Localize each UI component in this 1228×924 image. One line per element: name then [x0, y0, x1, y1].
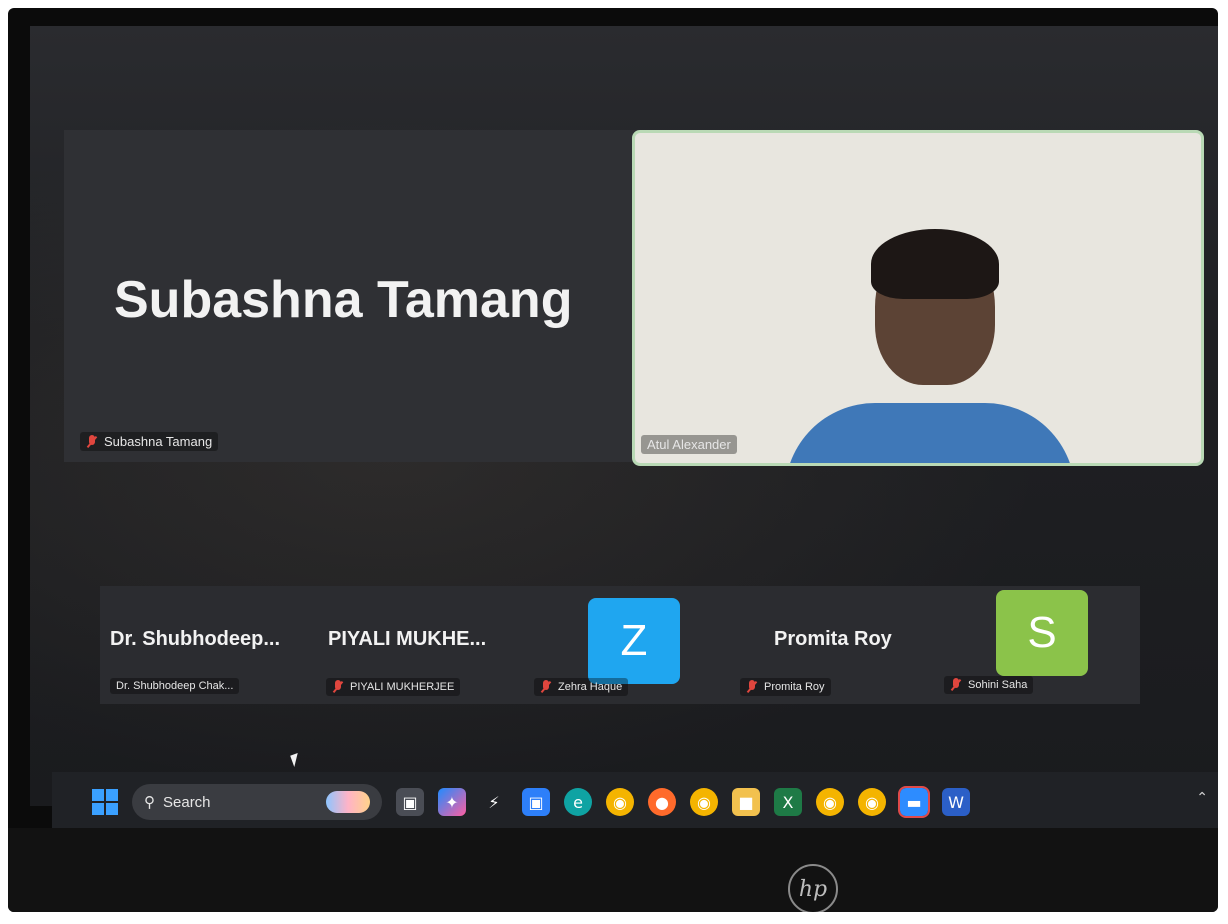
gallery-tile-2-tag: PIYALI MUKHERJEE: [326, 678, 461, 696]
gallery-tile-5-tag: Sohini Saha: [944, 676, 1034, 694]
hp-logo: hp: [788, 864, 838, 912]
copilot-icon[interactable]: ✦: [438, 788, 466, 816]
speaker-name-tag: Subashna Tamang: [80, 432, 219, 451]
search-label: Search: [163, 793, 211, 811]
speaker-name-large: Subashna Tamang: [114, 271, 573, 329]
mic-muted-icon: [86, 434, 98, 449]
mic-muted-icon: [332, 680, 344, 694]
excel-icon[interactable]: X: [774, 788, 802, 816]
laptop-keyboard: [8, 828, 1218, 912]
speaker-name-tag-label: Subashna Tamang: [104, 434, 213, 449]
taskbar-search-box[interactable]: ⚲ Search: [132, 784, 382, 820]
start-icon[interactable]: [92, 789, 118, 815]
gallery-tile-3-tag: Zehra Haque: [534, 678, 629, 696]
video-name-tag: Atul Alexander: [641, 435, 737, 454]
gallery-tile-1-tag-label: Dr. Shubhodeep Chak...: [116, 680, 234, 692]
task-view-icon[interactable]: ▣: [396, 788, 424, 816]
search-highlight-icon: [326, 791, 370, 813]
firefox-icon[interactable]: ●: [648, 788, 676, 816]
mic-muted-icon: [540, 680, 552, 694]
avatar-letter: Z: [620, 616, 648, 665]
video-tile[interactable]: Atul Alexander: [632, 130, 1204, 466]
search-icon: ⚲: [144, 794, 155, 811]
gallery-tile-3-tag-label: Zehra Haque: [558, 681, 623, 693]
gallery-tile-4-name: Promita Roy: [774, 628, 892, 650]
avatar-letter: S: [1027, 608, 1057, 657]
gallery-tile-3-avatar: Z: [588, 598, 680, 684]
participant-video-hair: [871, 229, 999, 299]
gallery-tile-1-name: Dr. Shubhodeep...: [110, 628, 281, 650]
lightning-icon[interactable]: ⚡: [480, 788, 508, 816]
gallery-tile-5-avatar: S: [996, 590, 1088, 676]
windows-taskbar: ⚲ Search ▣ ✦ ⚡ ▣ e ◉ ● ◉ ■ X ◉ ◉ ▬ W ⌃: [52, 772, 1218, 832]
system-tray-chevron-icon[interactable]: ⌃: [1196, 790, 1208, 806]
chrome-icon[interactable]: ◉: [606, 788, 634, 816]
photo-frame: Subashna Tamang Subashna Tamang Atul Ale…: [8, 8, 1218, 912]
store-icon[interactable]: ▣: [522, 788, 550, 816]
file-explorer-icon[interactable]: ■: [732, 788, 760, 816]
gallery-tile-2-name: PIYALI MUKHE...: [328, 628, 487, 650]
active-speaker-tile[interactable]: Subashna Tamang Subashna Tamang: [64, 130, 650, 462]
mic-muted-icon: [746, 680, 758, 694]
chrome-icon-3[interactable]: ◉: [816, 788, 844, 816]
edge-icon[interactable]: e: [564, 788, 592, 816]
gallery-tile-5-tag-label: Sohini Saha: [968, 679, 1028, 691]
gallery-tile-4-tag: Promita Roy: [740, 678, 831, 696]
gallery-tile-1-tag: Dr. Shubhodeep Chak...: [110, 678, 240, 694]
gallery-tile-2-tag-label: PIYALI MUKHERJEE: [350, 681, 455, 693]
video-name-tag-label: Atul Alexander: [647, 437, 731, 452]
gallery-strip: Dr. Shubhodeep... Dr. Shubhodeep Chak...…: [100, 586, 1140, 704]
chrome-icon-2[interactable]: ◉: [690, 788, 718, 816]
laptop-screen: Subashna Tamang Subashna Tamang Atul Ale…: [30, 26, 1218, 806]
mic-muted-icon: [950, 678, 962, 692]
chrome-icon-4[interactable]: ◉: [858, 788, 886, 816]
participant-video-body: [785, 403, 1075, 463]
zoom-icon[interactable]: ▬: [898, 786, 930, 818]
gallery-tile-4-tag-label: Promita Roy: [764, 681, 825, 693]
mouse-cursor-icon: [290, 752, 302, 768]
word-icon[interactable]: W: [942, 788, 970, 816]
